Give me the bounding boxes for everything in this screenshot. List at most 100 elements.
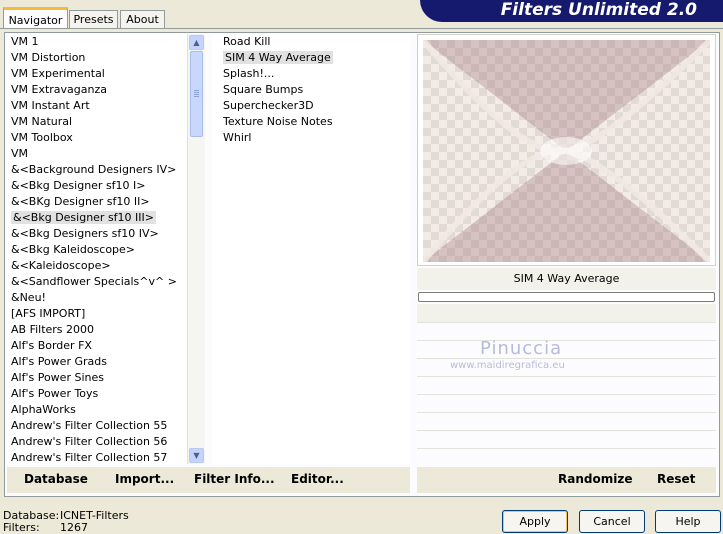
- category-item-label: &<Bkg Kaleidoscope>: [11, 243, 136, 256]
- scroll-thumb[interactable]: [190, 51, 203, 137]
- category-item-label: VM Extravaganza: [11, 83, 108, 96]
- filter-item-label: Square Bumps: [223, 83, 304, 96]
- category-item[interactable]: &<Kaleidoscope>: [7, 258, 187, 274]
- tab-divider: [0, 28, 723, 29]
- filters-count-label: Filters:: [3, 521, 40, 534]
- category-item[interactable]: Andrew's Filter Collection 57: [7, 450, 187, 464]
- category-item[interactable]: Andrew's Filter Collection 56: [7, 434, 187, 450]
- category-item[interactable]: VM Extravaganza: [7, 82, 187, 98]
- category-item[interactable]: &<Bkg Designers sf10 IV>: [7, 226, 187, 242]
- category-item-label: Alf's Border FX: [11, 339, 92, 352]
- category-item-label: &<BKg Designer sf10 II>: [11, 195, 150, 208]
- banner-title: Filters Unlimited 2.0: [500, 0, 697, 20]
- database-button[interactable]: Database: [24, 472, 88, 486]
- status-info: Database:ICNET-Filters Filters: 1267: [3, 510, 129, 534]
- category-item[interactable]: AB Filters 2000: [7, 322, 187, 338]
- category-item-label: &<Bkg Designers sf10 IV>: [11, 227, 159, 240]
- help-button[interactable]: Help: [655, 510, 721, 533]
- filter-item[interactable]: Square Bumps: [212, 82, 410, 98]
- filter-list[interactable]: Road Kill SIM 4 Way Average Splash!... Squa…: [212, 34, 410, 464]
- category-item-label: VM Instant Art: [11, 99, 90, 112]
- category-item-label: VM 1: [11, 35, 39, 48]
- category-item[interactable]: &<Bkg Designer sf10 III>: [7, 210, 187, 226]
- category-item[interactable]: VM: [7, 146, 187, 162]
- cancel-button[interactable]: Cancel: [579, 510, 645, 533]
- preview-image[interactable]: [423, 40, 710, 262]
- category-item-label: Alf's Power Toys: [11, 387, 99, 400]
- category-list[interactable]: VM 1 VM Distortion VM Experimental VM Extra…: [7, 34, 187, 464]
- category-item[interactable]: Andrew's Filter Collection 55: [7, 418, 187, 434]
- category-item-label: &<Sandflower Specials^v^ >: [11, 275, 177, 288]
- category-item[interactable]: AlphaWorks: [7, 402, 187, 418]
- category-item-label: VM: [11, 147, 29, 160]
- category-item[interactable]: [AFS IMPORT]: [7, 306, 187, 322]
- category-item[interactable]: VM 1: [7, 34, 187, 50]
- category-item[interactable]: VM Natural: [7, 114, 187, 130]
- category-item-label: Alf's Power Grads: [11, 355, 107, 368]
- category-item-label: &<Kaleidoscope>: [11, 259, 111, 272]
- category-item[interactable]: Alf's Power Grads: [7, 354, 187, 370]
- filter-item[interactable]: Superchecker3D: [212, 98, 410, 114]
- category-item-label: VM Experimental: [11, 67, 105, 80]
- parameter-area: [417, 304, 716, 464]
- filters-count-value: 1267: [60, 521, 88, 534]
- watermark-name: Pinuccia: [480, 338, 563, 359]
- chevron-up-icon: ▲: [193, 38, 200, 47]
- category-item[interactable]: &<Background Designers IV>: [7, 162, 187, 178]
- category-item[interactable]: &<BKg Designer sf10 II>: [7, 194, 187, 210]
- apply-button[interactable]: Apply: [502, 510, 568, 533]
- tab-about[interactable]: About: [120, 10, 165, 28]
- filter-info-button[interactable]: Filter Info...: [194, 472, 275, 486]
- category-scrollbar[interactable]: ▲ ▼: [187, 34, 205, 464]
- app-banner: Filters Unlimited 2.0: [420, 0, 723, 22]
- category-item[interactable]: &<Sandflower Specials^v^ >: [7, 274, 187, 290]
- category-item-label: &<Bkg Designer sf10 III>: [11, 211, 157, 224]
- category-item[interactable]: &<Bkg Designer sf10 I>: [7, 178, 187, 194]
- tab-navigator[interactable]: Navigator: [3, 7, 68, 29]
- category-item-label: Andrew's Filter Collection 57: [11, 451, 168, 464]
- scroll-up-button[interactable]: ▲: [189, 35, 204, 50]
- selected-filter-name: SIM 4 Way Average: [417, 268, 716, 290]
- filter-item[interactable]: SIM 4 Way Average: [212, 50, 410, 66]
- category-item[interactable]: VM Distortion: [7, 50, 187, 66]
- category-item[interactable]: Alf's Border FX: [7, 338, 187, 354]
- filter-item-label: SIM 4 Way Average: [223, 51, 333, 64]
- right-button-bar: Randomize Reset: [417, 467, 716, 493]
- reset-button[interactable]: Reset: [657, 472, 695, 486]
- filter-item[interactable]: Whirl: [212, 130, 410, 146]
- category-item-label: &Neu!: [11, 291, 46, 304]
- filter-item[interactable]: Texture Noise Notes: [212, 114, 410, 130]
- scroll-down-button[interactable]: ▼: [189, 448, 204, 463]
- progress-bar: [418, 292, 715, 302]
- randomize-button[interactable]: Randomize: [558, 472, 632, 486]
- category-item-label: VM Distortion: [11, 51, 86, 64]
- category-item-label: &<Bkg Designer sf10 I>: [11, 179, 146, 192]
- filter-item-label: Whirl: [223, 131, 252, 144]
- tab-presets[interactable]: Presets: [69, 10, 118, 28]
- category-item-label: [AFS IMPORT]: [11, 307, 86, 320]
- category-item-label: Andrew's Filter Collection 55: [11, 419, 168, 432]
- left-button-bar: Database Import... Filter Info... Editor…: [7, 467, 410, 493]
- category-item-label: &<Background Designers IV>: [11, 163, 177, 176]
- category-item[interactable]: Alf's Power Toys: [7, 386, 187, 402]
- preview-panel: [417, 34, 716, 266]
- filter-item[interactable]: Road Kill: [212, 34, 410, 50]
- filter-item-label: Splash!...: [223, 67, 275, 80]
- category-item-label: VM Natural: [11, 115, 73, 128]
- category-item-label: AB Filters 2000: [11, 323, 95, 336]
- category-item[interactable]: VM Experimental: [7, 66, 187, 82]
- category-item-label: Alf's Power Sines: [11, 371, 104, 384]
- category-item[interactable]: VM Toolbox: [7, 130, 187, 146]
- editor-button[interactable]: Editor...: [291, 472, 344, 486]
- category-item[interactable]: &Neu!: [7, 290, 187, 306]
- watermark-url: www.maidiregrafica.eu: [450, 360, 565, 371]
- filter-item[interactable]: Splash!...: [212, 66, 410, 82]
- category-item[interactable]: VM Instant Art: [7, 98, 187, 114]
- filter-item-label: Superchecker3D: [223, 99, 314, 112]
- filter-item-label: Texture Noise Notes: [223, 115, 333, 128]
- category-item-label: VM Toolbox: [11, 131, 73, 144]
- category-item[interactable]: Alf's Power Sines: [7, 370, 187, 386]
- filter-item-label: Road Kill: [223, 35, 271, 48]
- import-button[interactable]: Import...: [115, 472, 174, 486]
- category-item[interactable]: &<Bkg Kaleidoscope>: [7, 242, 187, 258]
